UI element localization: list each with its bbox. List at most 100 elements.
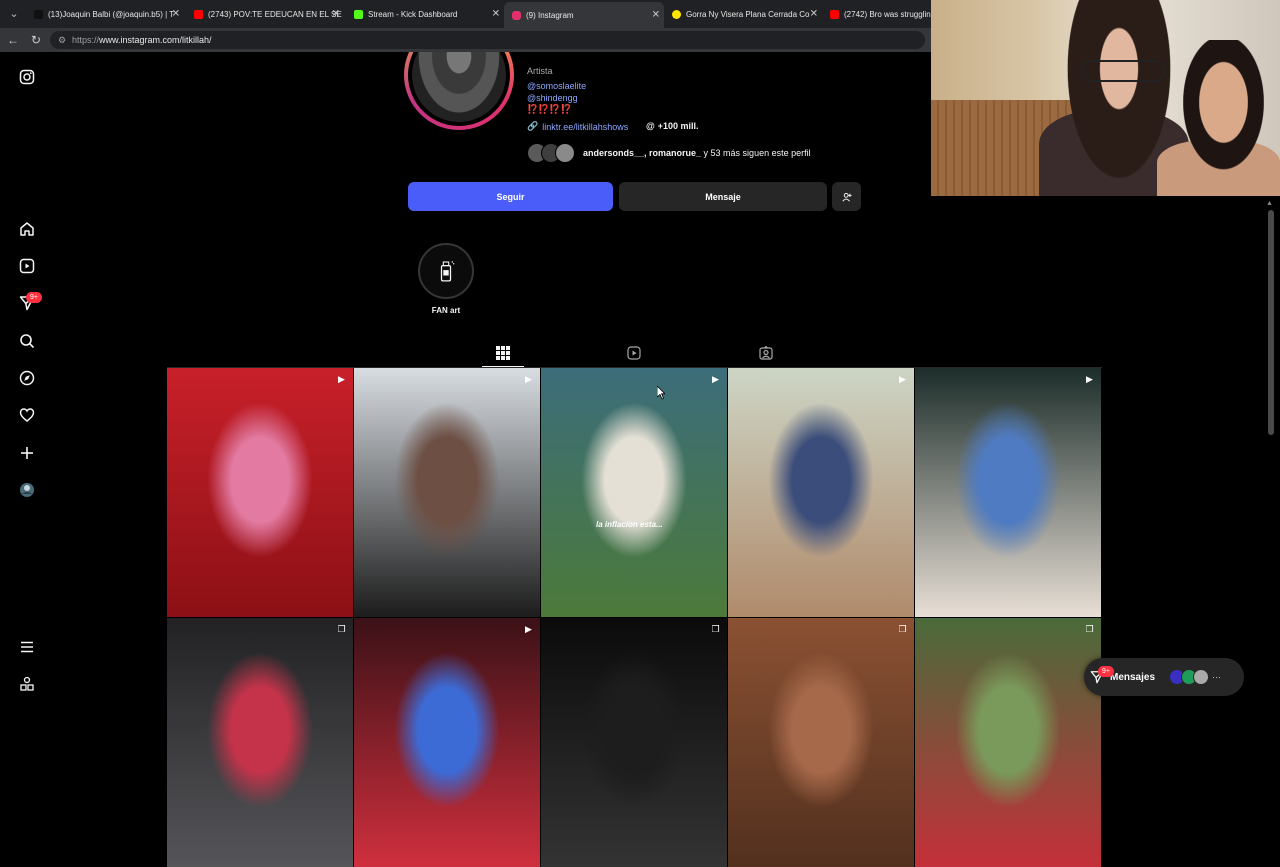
explore-icon[interactable]	[17, 368, 37, 388]
tab-reels[interactable]	[626, 345, 642, 361]
message-button[interactable]: Mensaje	[619, 182, 827, 211]
messages-label: Mensajes	[1110, 671, 1156, 683]
tab-search-icon[interactable]: ⌄	[6, 6, 22, 22]
post-thumbnail[interactable]: ▶	[728, 368, 914, 617]
threads-icon: @	[646, 121, 655, 131]
post-caption-overlay: la inflacion esta...	[596, 520, 663, 529]
scroll-up-arrow[interactable]: ▲	[1266, 200, 1273, 207]
messages-notification-badge: 9+	[26, 292, 42, 303]
browser-tab[interactable]: Stream - Kick Dashboard ✕	[346, 3, 504, 25]
reels-icon	[627, 346, 641, 360]
page-scrollbar-thumb[interactable]	[1268, 210, 1274, 435]
reel-indicator-icon: ▶	[1086, 374, 1093, 384]
posts-grid: ▶ ▶ ▶ la inflacion esta... ▶ ▶ ❐ ▶ ❐ ❐ ❐	[167, 368, 1102, 867]
suggest-user-button[interactable]	[832, 182, 861, 211]
shop-favicon	[672, 9, 681, 19]
post-thumbnail[interactable]: ▶	[167, 368, 353, 617]
reload-icon[interactable]: ↻	[28, 32, 44, 48]
more-chats-indicator: ···	[1212, 672, 1222, 682]
post-thumbnail[interactable]: ❐	[167, 618, 353, 867]
browser-tab-active[interactable]: (9) Instagram ✕	[504, 2, 664, 28]
tab-close-icon[interactable]: ✕	[810, 9, 818, 20]
tab-close-icon[interactable]: ✕	[332, 9, 340, 20]
carousel-indicator-icon: ❐	[898, 624, 907, 634]
more-menu-icon[interactable]	[17, 637, 37, 657]
mouse-cursor	[657, 386, 665, 400]
threads-count: +100 mill.	[657, 121, 699, 131]
tab-favicon	[34, 9, 43, 19]
tab-title: (2742) Bro was struggling	[844, 9, 931, 19]
messages-drawer-button[interactable]: Mensajes ···	[1084, 658, 1244, 696]
tab-title: Gorra Ny Visera Plana Cerrada Co	[686, 9, 810, 19]
browser-tab[interactable]: (2743) POV:TE EDEUCAN EN EL SE ✕	[186, 3, 344, 25]
chat-avatar	[1193, 669, 1210, 685]
link-text: linktr.ee/litkillahshows	[542, 121, 629, 132]
post-thumbnail[interactable]: ❐	[541, 618, 727, 867]
profile-category: Artista	[527, 66, 553, 76]
followed-by-text: andersonds__, romanorue_ y 53 más siguen…	[583, 148, 811, 158]
spray-can-icon	[440, 261, 455, 282]
tab-posts[interactable]	[495, 345, 511, 361]
grid-icon	[496, 346, 510, 360]
threads-badge[interactable]: @ +100 mill.	[646, 121, 699, 131]
messages-pill-badge: 9+	[1098, 666, 1114, 677]
tab-close-icon[interactable]: ✕	[172, 9, 180, 20]
tab-title: Stream - Kick Dashboard	[368, 9, 458, 19]
reels-icon[interactable]	[17, 256, 37, 276]
post-thumbnail[interactable]: ▶	[354, 368, 540, 617]
notifications-icon[interactable]	[17, 405, 37, 425]
post-thumbnail[interactable]: ❐	[728, 618, 914, 867]
bio-emoji-text: ⁉️⁉️⁉️⁉️	[527, 104, 572, 114]
followed-by-row[interactable]: andersonds__, romanorue_ y 53 más siguen…	[527, 143, 811, 163]
apps-icon[interactable]	[17, 674, 37, 694]
youtube-favicon	[830, 9, 839, 19]
browser-tab-bar: ⌄ (13)Joaquin Balbi (@joaquin.b5) | T ✕ …	[0, 0, 931, 28]
bio-mention-link[interactable]: @somoslaelite	[527, 81, 586, 91]
webcam-glasses	[1081, 60, 1165, 82]
reel-indicator-icon: ▶	[899, 374, 906, 384]
profile-avatar[interactable]	[404, 52, 514, 130]
post-thumbnail[interactable]: ▶	[354, 618, 540, 867]
kick-favicon	[354, 9, 363, 19]
webcam-person-right	[1167, 40, 1280, 196]
carousel-indicator-icon: ❐	[337, 624, 346, 634]
back-arrow-icon[interactable]: ←	[5, 32, 21, 48]
browser-tab[interactable]: (2742) Bro was struggling	[822, 3, 931, 25]
url-field[interactable]: ⚙ https://www.instagram.com/litkillah/	[50, 31, 925, 49]
tab-close-icon[interactable]: ✕	[652, 10, 660, 21]
profile-avatar-icon[interactable]	[17, 480, 37, 500]
create-icon[interactable]	[17, 443, 37, 463]
tab-tagged[interactable]	[758, 345, 774, 361]
follower-avatar	[555, 143, 575, 163]
tab-title: (9) Instagram	[526, 10, 574, 20]
carousel-indicator-icon: ❐	[711, 624, 720, 634]
tab-title: (2743) POV:TE EDEUCAN EN EL SE	[208, 9, 342, 19]
site-info-icon[interactable]: ⚙	[58, 31, 66, 49]
browser-address-bar: ← ↻ ⚙ https://www.instagram.com/litkilla…	[0, 28, 931, 52]
post-thumbnail[interactable]: ▶ la inflacion esta...	[541, 368, 727, 617]
reel-indicator-icon: ▶	[525, 374, 532, 384]
instagram-logo-icon[interactable]	[17, 67, 37, 87]
story-highlight[interactable]	[418, 243, 474, 299]
reel-indicator-icon: ▶	[338, 374, 345, 384]
search-icon[interactable]	[17, 331, 37, 351]
home-icon[interactable]	[17, 219, 37, 239]
profile-external-link[interactable]: 🔗 linktr.ee/litkillahshows	[527, 121, 628, 132]
browser-tab[interactable]: Gorra Ny Visera Plana Cerrada Co ✕	[664, 3, 822, 25]
browser-tab[interactable]: (13)Joaquin Balbi (@joaquin.b5) | T ✕	[26, 3, 184, 25]
link-icon: 🔗	[527, 121, 539, 131]
reel-indicator-icon: ▶	[712, 374, 719, 384]
post-thumbnail[interactable]: ▶	[915, 368, 1101, 617]
carousel-indicator-icon: ❐	[1085, 624, 1094, 634]
highlight-label: FAN art	[431, 306, 461, 315]
tab-title: (13)Joaquin Balbi (@joaquin.b5) | T	[48, 9, 175, 19]
instagram-sidebar	[0, 52, 54, 720]
instagram-favicon	[512, 10, 521, 20]
follow-button[interactable]: Seguir	[408, 182, 613, 211]
url-text: https://www.instagram.com/litkillah/	[72, 35, 212, 45]
tab-close-icon[interactable]: ✕	[492, 9, 500, 20]
active-tab-indicator	[482, 366, 524, 367]
post-thumbnail[interactable]: ❐	[915, 618, 1101, 867]
tagged-icon	[759, 346, 773, 360]
bio-mention-link[interactable]: @shindengg	[527, 93, 578, 103]
